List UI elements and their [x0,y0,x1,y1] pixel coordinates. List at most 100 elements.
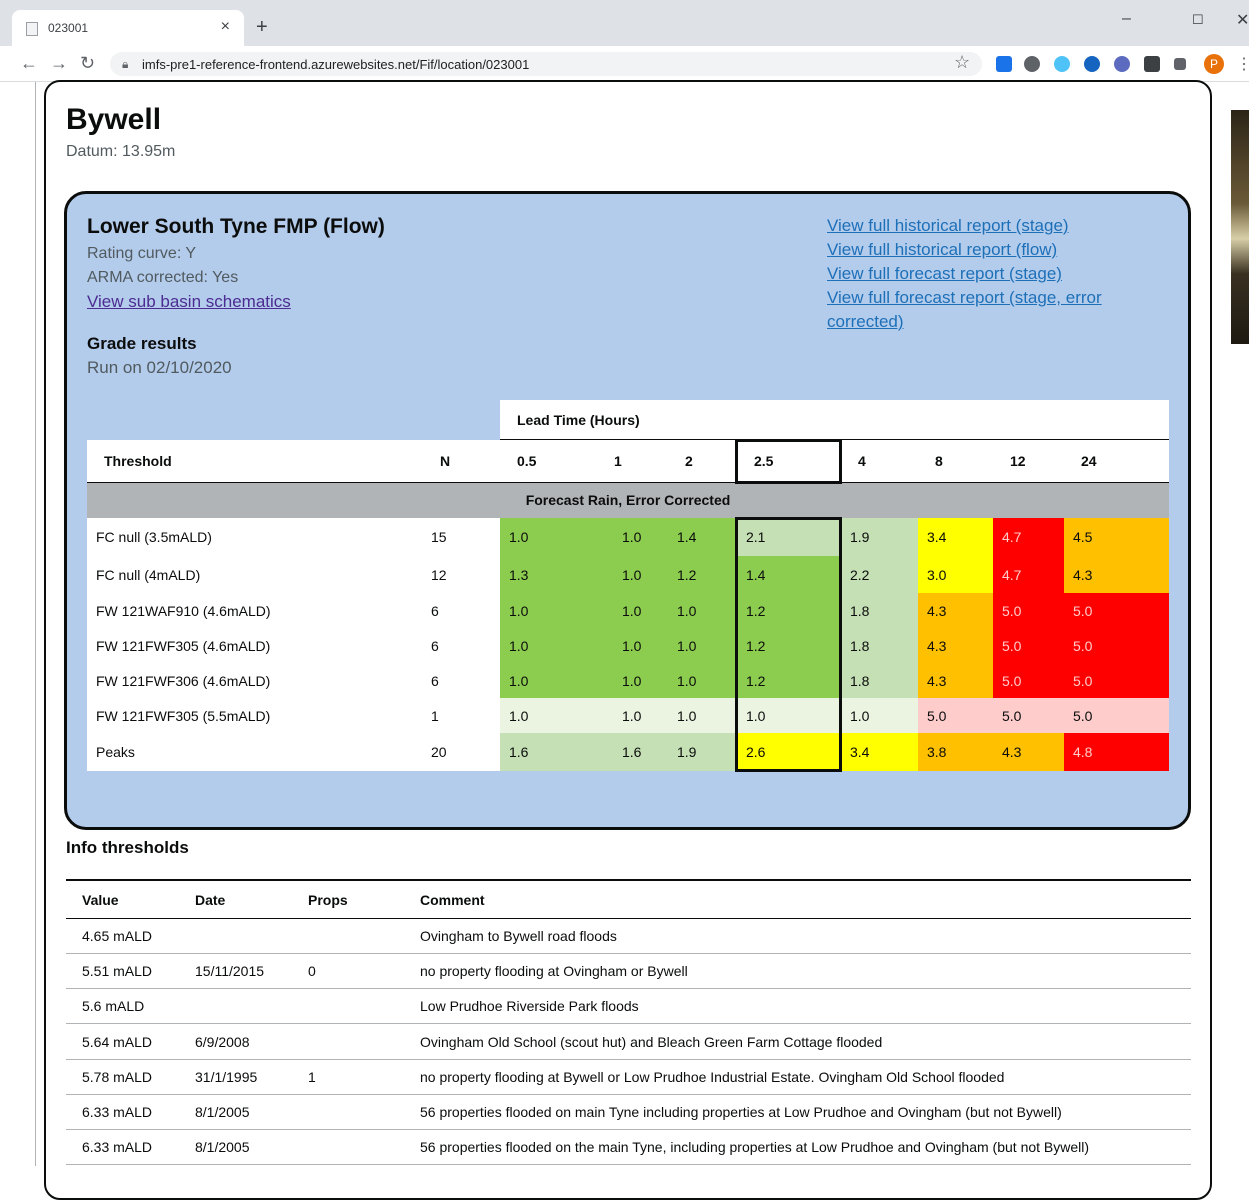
historical-flow-report-link[interactable]: View full historical report (flow) [827,238,1147,262]
grade-cell: 4.3 [1064,556,1169,593]
grade-value: 1.0 [509,602,529,619]
grade-cell: 1.0 [668,663,737,698]
grade-cell: 5.0 [993,593,1064,628]
extension-pen-icon[interactable] [996,56,1012,72]
grade-value: 1.0 [677,637,697,654]
profile-avatar[interactable]: P [1204,54,1224,74]
threshold-name: FW 121WAF910 (4.6mALD) [96,602,271,619]
grade-cell: 1.0 [597,593,668,628]
grade-cell: 1.2 [737,593,841,628]
lead-time-header-8: 8 [935,453,943,469]
extension-shield-icon[interactable] [1114,56,1130,72]
grade-value: 1.2 [746,672,766,689]
threshold-count: 15 [431,529,447,545]
grade-cell: 4.7 [993,556,1064,593]
extensions-puzzle-icon[interactable] [1174,58,1186,70]
lead-time-header-0.5: 0.5 [517,453,537,469]
info-value: 5.78 mALD [82,1068,153,1085]
extension-dots-icon[interactable] [1144,56,1160,72]
info-threshold-row: 4.65 mALD Ovingham to Bywell road floods [66,919,1191,954]
info-value: 6.33 mALD [82,1104,153,1120]
lead-time-header-12: 12 [1010,453,1026,469]
forecast-error-corrected-report-link[interactable]: View full forecast report (stage, error … [827,286,1127,334]
grade-value: 1.0 [509,707,529,724]
n-header: N [440,453,451,469]
grade-value: 4.7 [1002,566,1022,583]
grade-value: 1.0 [677,707,697,724]
threshold-name: FC null (3.5mALD) [96,529,212,545]
lead-time-header-2: 2 [685,453,693,469]
threshold-name: Peaks [96,744,135,760]
grade-cell: 1.6 [597,733,668,771]
grade-cell: 1.0 [597,663,668,698]
grade-cell: 4.3 [993,733,1064,771]
grade-value: 1.2 [677,566,697,583]
grade-cell: 3.4 [918,518,993,556]
new-tab-icon[interactable]: + [256,17,268,37]
grade-value: 1.2 [746,637,766,654]
info-header-props: Props [308,892,348,908]
page-title: Bywell [66,103,162,136]
grade-cell: 1.8 [841,628,918,663]
grade-cell: 5.0 [993,663,1064,698]
reload-icon[interactable]: ↻ [80,53,95,74]
historical-stage-report-link[interactable]: View full historical report (stage) [827,214,1147,238]
grade-row: FW 121FWF305 (4.6mALD) 6 1.0 1.0 1.0 1.2 1.8 4.… [87,628,1169,663]
forward-icon[interactable]: → [50,53,68,74]
grade-cell: 1.9 [841,518,918,556]
grade-value: 2.1 [746,529,766,545]
info-threshold-row: 5.78 mALD 31/1/1995 1 no property flooding … [66,1060,1191,1095]
info-header-value: Value [82,892,119,908]
info-date: 8/1/2005 [195,1104,250,1120]
info-header-row: Value Date Props Comment [66,879,1191,919]
url-text: imfs-pre1-reference-frontend.azurewebsit… [142,57,530,72]
lead-time-header-24: 24 [1081,453,1097,469]
grade-value: 1.0 [509,672,529,689]
browser-tab[interactable]: 023001 × [12,10,244,46]
extension-circle-icon[interactable] [1024,56,1040,72]
grade-value: 1.0 [622,566,642,583]
arma-text: ARMA corrected: Yes [87,269,239,286]
grade-cell: 5.0 [1064,698,1169,733]
page-left-border [35,82,36,1166]
grade-cell: 1.2 [668,556,737,593]
info-props: 0 [308,963,316,980]
info-comment: Ovingham to Bywell road floods [420,928,617,944]
window-close-icon[interactable]: ✕ [1236,10,1249,30]
table-header-row: Threshold N 0.5 1 2 2.5 4 8 12 24 [87,440,1169,483]
url-field[interactable]: 🔒︎ imfs-pre1-reference-frontend.azureweb… [110,52,982,76]
run-date-text: Run on 02/10/2020 [87,358,232,377]
grade-row: FW 121FWF306 (4.6mALD) 6 1.0 1.0 1.0 1.2 1.8 4.… [87,663,1169,698]
sub-basin-schematics-link[interactable]: View sub basin schematics [87,292,291,311]
grade-value: 5.0 [1073,672,1093,689]
lead-time-header: Lead Time (Hours) [500,400,1169,440]
grade-value: 1.2 [746,602,766,619]
grade-row: Peaks 20 1.6 1.6 1.9 2.6 3.4 3.8 4.3 4.8 [87,733,1169,771]
grade-cell: 1.0 [500,593,597,628]
grade-value: 1.0 [677,602,697,619]
forecast-stage-report-link[interactable]: View full forecast report (stage) [827,262,1147,286]
info-date: 6/9/2008 [195,1033,250,1050]
extension-a-icon[interactable] [1084,56,1100,72]
grade-cell: 3.4 [841,733,918,771]
grade-value: 1.0 [622,707,642,724]
threshold-count: 20 [431,744,447,760]
grade-value: 2.2 [850,566,870,583]
browser-menu-icon[interactable]: ⋮ [1236,54,1249,74]
grade-value: 1.0 [509,637,529,654]
tab-close-icon[interactable]: × [221,18,230,36]
grade-value: 5.0 [1002,707,1022,724]
grade-value: 5.0 [1002,672,1022,689]
grade-value: 1.6 [509,744,529,760]
grade-cell: 1.0 [668,628,737,663]
model-title: Lower South Tyne FMP (Flow) [87,215,385,238]
maximize-icon[interactable]: ☐ [1192,12,1204,28]
minimize-icon[interactable]: – [1122,10,1131,28]
info-thresholds-title: Info thresholds [66,838,189,857]
bookmark-star-icon[interactable]: ☆ [954,52,970,73]
grade-cell: 2.6 [737,733,841,771]
grade-cell: 5.0 [1064,628,1169,663]
extension-cloud-icon[interactable] [1054,56,1070,72]
grade-cell: 5.0 [993,628,1064,663]
back-icon[interactable]: ← [20,53,38,74]
